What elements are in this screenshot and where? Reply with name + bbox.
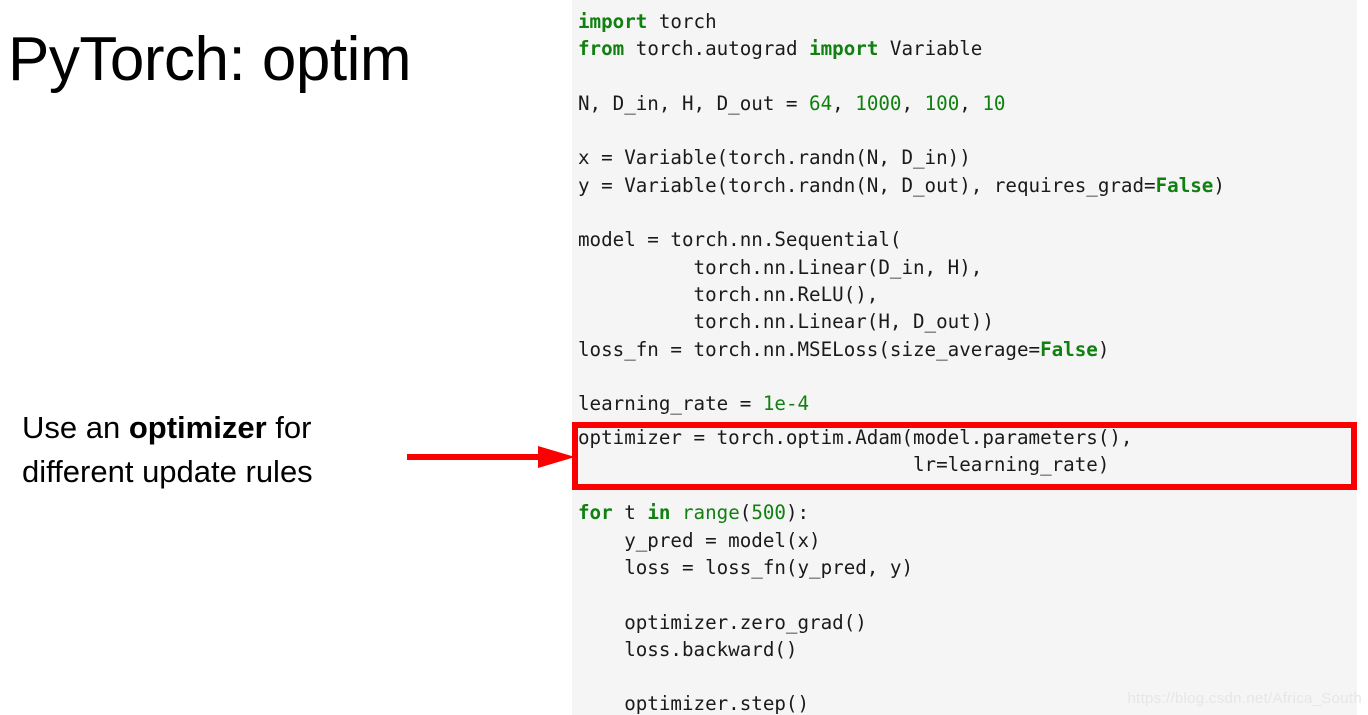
caption-emphasis: optimizer bbox=[128, 410, 267, 445]
code-highlight-box: optimizer = torch.optim.Adam(model.param… bbox=[572, 422, 1357, 490]
page-title: PyTorch: optim bbox=[8, 25, 412, 94]
caption-text: Use an optimizer for different update ru… bbox=[22, 406, 422, 494]
highlighted-code: optimizer = torch.optim.Adam(model.param… bbox=[578, 426, 1133, 477]
code-panel: import torch from torch.autograd import … bbox=[572, 0, 1357, 715]
watermark: https://blog.csdn.net/Africa_South bbox=[1127, 690, 1362, 707]
caption-before: Use an bbox=[22, 410, 129, 445]
red-arrow-icon bbox=[407, 446, 575, 468]
code-block: import torch from torch.autograd import … bbox=[578, 10, 1225, 715]
